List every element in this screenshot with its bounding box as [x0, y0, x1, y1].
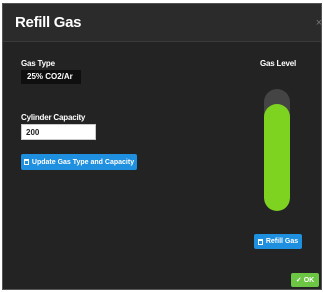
trash-icon: [23, 159, 29, 165]
dialog-title: Refill Gas: [15, 14, 82, 31]
update-gas-type-and-capacity-button[interactable]: Update Gas Type and Capacity: [21, 154, 137, 170]
close-icon[interactable]: ×: [314, 18, 321, 29]
refill-gas-dialog: Refill Gas × Gas Type 25% CO2/Ar Cylinde…: [2, 3, 322, 290]
check-icon: ✓: [295, 277, 302, 284]
gas-type-label: Gas Type: [21, 59, 55, 68]
cylinder-capacity-label: Cylinder Capacity: [21, 113, 86, 122]
trash-icon: [257, 238, 263, 245]
ok-button-label: OK: [303, 276, 315, 284]
gas-level-label: Gas Level: [260, 59, 297, 68]
refill-button-label: Refill Gas: [265, 238, 299, 245]
update-button-label: Update Gas Type and Capacity: [31, 158, 135, 166]
ok-button[interactable]: ✓ OK: [291, 273, 319, 287]
gas-level-gauge: [264, 89, 290, 211]
gas-level-fill: [264, 103, 290, 211]
cylinder-capacity-input[interactable]: [21, 124, 96, 140]
dialog-header: Refill Gas ×: [3, 4, 321, 42]
gas-type-value: 25% CO2/Ar: [21, 70, 81, 84]
refill-gas-button[interactable]: Refill Gas: [254, 234, 302, 249]
